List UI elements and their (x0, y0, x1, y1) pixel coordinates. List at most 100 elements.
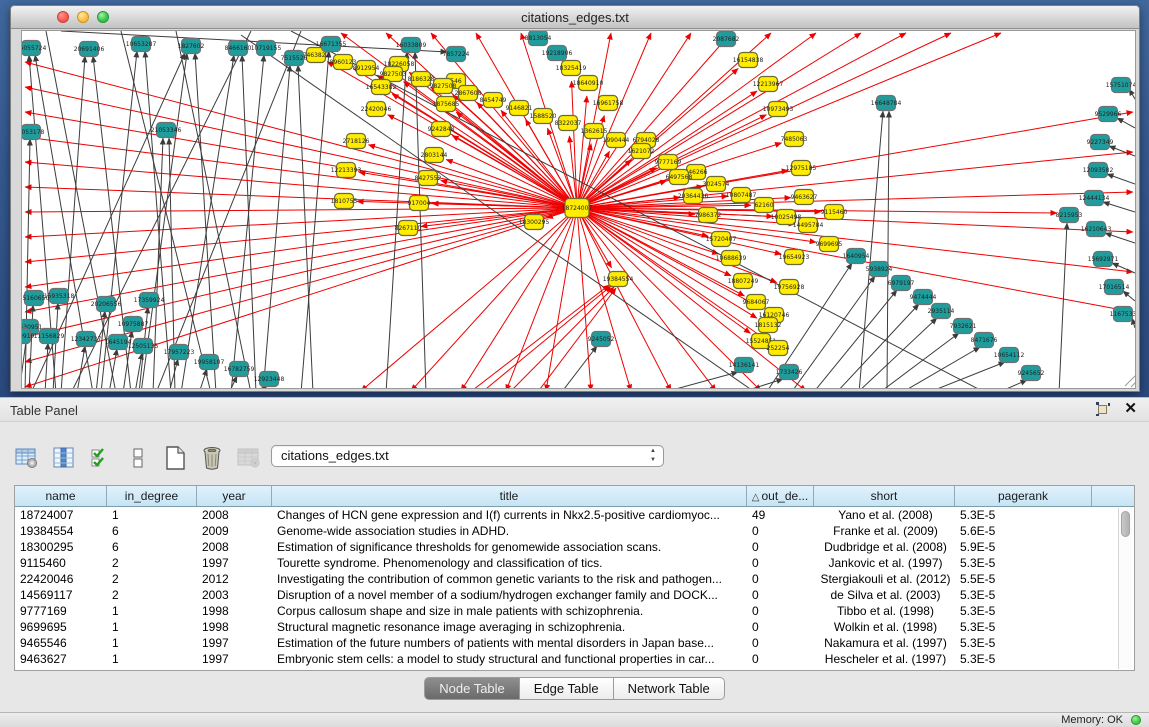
network-node[interactable]: 8427552 (415, 171, 442, 186)
network-node[interactable]: 9474444 (910, 290, 937, 305)
column-header-in_degree[interactable]: in_degree (107, 486, 197, 506)
network-node[interactable]: 19756928 (774, 280, 805, 295)
network-node[interactable]: 12975185 (786, 161, 817, 176)
network-node[interactable]: 19654923 (779, 250, 810, 265)
network-node[interactable]: 15751074 (1106, 78, 1136, 93)
network-node[interactable]: 1621072 (628, 144, 655, 159)
column-header-title[interactable]: title (272, 486, 747, 506)
network-node[interactable]: 19384554 (603, 272, 634, 287)
network-node[interactable]: 1810755 (331, 194, 358, 209)
network-node[interactable]: 1640954 (843, 249, 870, 264)
network-node[interactable]: 9242848 (428, 122, 455, 137)
network-node[interactable]: 8813054 (525, 31, 552, 46)
network-node[interactable]: 2867608 (455, 86, 482, 101)
network-node[interactable]: 22420046 (361, 102, 392, 117)
network-node[interactable]: 16210643 (1081, 222, 1112, 237)
network-node[interactable]: 16648784 (871, 96, 902, 111)
network-node[interactable]: 9529966 (1095, 107, 1122, 122)
network-node[interactable]: 10654112 (994, 348, 1025, 363)
network-node[interactable]: 18807249 (728, 274, 759, 289)
close-panel-icon[interactable]: ✕ (1124, 402, 1137, 416)
network-node[interactable]: 20364436 (678, 189, 709, 204)
network-node[interactable]: 9777169 (655, 155, 682, 170)
network-node[interactable]: 9146821 (506, 101, 533, 116)
network-node[interactable]: 9115460 (821, 205, 848, 220)
network-node[interactable]: 12505135 (128, 339, 159, 354)
network-node[interactable]: 18724007 (562, 199, 593, 218)
network-node[interactable]: 12923448 (254, 372, 285, 387)
network-node[interactable]: 8215953 (1056, 208, 1083, 223)
network-canvas[interactable]: 1872400718300295193845548960123891295418… (21, 30, 1136, 389)
network-node[interactable]: 9827508 (430, 79, 457, 94)
column-header-year[interactable]: year (197, 486, 272, 506)
network-node[interactable]: 62160 (754, 198, 773, 213)
table-row[interactable]: 911546021997Tourette syndrome. Phenomeno… (15, 555, 1134, 571)
table-row[interactable]: 2242004622012Investigating the contribut… (15, 571, 1134, 587)
float-panel-icon[interactable] (1096, 402, 1110, 416)
network-node[interactable]: 10973493 (763, 102, 794, 117)
network-node[interactable]: 12093582 (1083, 163, 1114, 178)
network-table-select[interactable]: citations_edges.txt ▲▼ (271, 445, 664, 467)
table-row[interactable]: 946362711997Embryonic stem cells: a mode… (15, 651, 1134, 667)
network-node[interactable]: 1875685 (433, 97, 460, 112)
network-node[interactable]: 10653287 (126, 37, 157, 52)
network-node[interactable]: 8454749 (480, 93, 507, 108)
network-node[interactable]: 1588520 (530, 109, 557, 124)
network-node[interactable]: 19958107 (194, 355, 225, 370)
network-node[interactable]: 20691406 (74, 42, 105, 57)
network-node[interactable]: 1733426 (776, 365, 803, 380)
network-node[interactable]: 1990444 (603, 133, 630, 148)
network-node[interactable]: 2935114 (928, 304, 955, 319)
network-node[interactable]: 2053178 (22, 125, 45, 140)
network-node[interactable]: 8267110 (395, 221, 422, 236)
network-node[interactable]: 2718126 (343, 134, 370, 149)
network-node[interactable]: 12213393 (331, 163, 362, 178)
network-node[interactable]: 15720407 (706, 232, 737, 247)
network-node[interactable]: 12342737 (71, 332, 102, 347)
network-node[interactable]: 6497568 (666, 170, 693, 185)
network-node[interactable]: 24055724 (22, 41, 46, 56)
table-row[interactable]: 946554611997Estimation of the future num… (15, 635, 1134, 651)
show-column-icon[interactable] (51, 445, 77, 471)
network-node[interactable]: 9699695 (816, 237, 843, 252)
network-node[interactable]: 7515526 (281, 51, 308, 66)
network-node[interactable]: 8912954 (353, 61, 380, 76)
network-node[interactable]: 19218906 (542, 46, 573, 61)
network-node[interactable]: 9245652 (1018, 366, 1045, 381)
network-node[interactable]: 5938924 (866, 262, 893, 277)
new-table-icon[interactable] (162, 445, 188, 471)
network-node[interactable]: 2087682 (713, 32, 740, 47)
table-row[interactable]: 1830029562008Estimation of significance … (15, 539, 1134, 555)
scrollbar-thumb[interactable] (1121, 511, 1130, 537)
column-header-out_de[interactable]: △out_de... (747, 486, 814, 506)
tab-edge-table[interactable]: Edge Table (520, 677, 614, 700)
table-row[interactable]: 1456911722003Disruption of a novel membe… (15, 587, 1134, 603)
column-header-short[interactable]: short (814, 486, 955, 506)
network-node[interactable]: 3024574 (703, 177, 730, 192)
table-row[interactable]: 1872400712008Changes of HCN gene express… (15, 507, 1134, 523)
network-node[interactable]: 9463627 (791, 190, 818, 205)
network-node[interactable]: 9684067 (743, 295, 770, 310)
network-node[interactable]: 16154838 (733, 53, 764, 68)
network-node[interactable]: 7857224 (443, 47, 470, 62)
resize-grip-icon[interactable] (1125, 374, 1136, 387)
network-node[interactable]: 917004 (408, 196, 431, 211)
network-node[interactable]: 6979197 (888, 276, 915, 291)
network-node[interactable]: 9245052 (588, 332, 615, 347)
network-node[interactable]: 18640910 (573, 76, 604, 91)
network-node[interactable]: 7485063 (781, 132, 808, 147)
network-node[interactable]: 10688639 (716, 251, 747, 266)
network-node[interactable]: 1815132 (755, 318, 782, 333)
column-header-pagerank[interactable]: pagerank (955, 486, 1092, 506)
window-titlebar[interactable]: citations_edges.txt (11, 6, 1139, 29)
network-node[interactable]: 8466160 (225, 41, 252, 56)
table-row[interactable]: 977716911998Corpus callosum shape and si… (15, 603, 1134, 619)
network-node[interactable]: 1167533 (1110, 307, 1136, 322)
delete-table-icon[interactable] (199, 445, 225, 471)
network-node[interactable]: 1827602 (178, 39, 205, 54)
select-all-icon[interactable] (88, 445, 114, 471)
column-header-name[interactable]: name (15, 486, 107, 506)
network-node[interactable]: 16782759 (224, 362, 255, 377)
network-node[interactable]: 2803144 (421, 148, 448, 163)
network-view-window[interactable]: citations_edges.txt 18724007183002951938… (10, 5, 1140, 392)
